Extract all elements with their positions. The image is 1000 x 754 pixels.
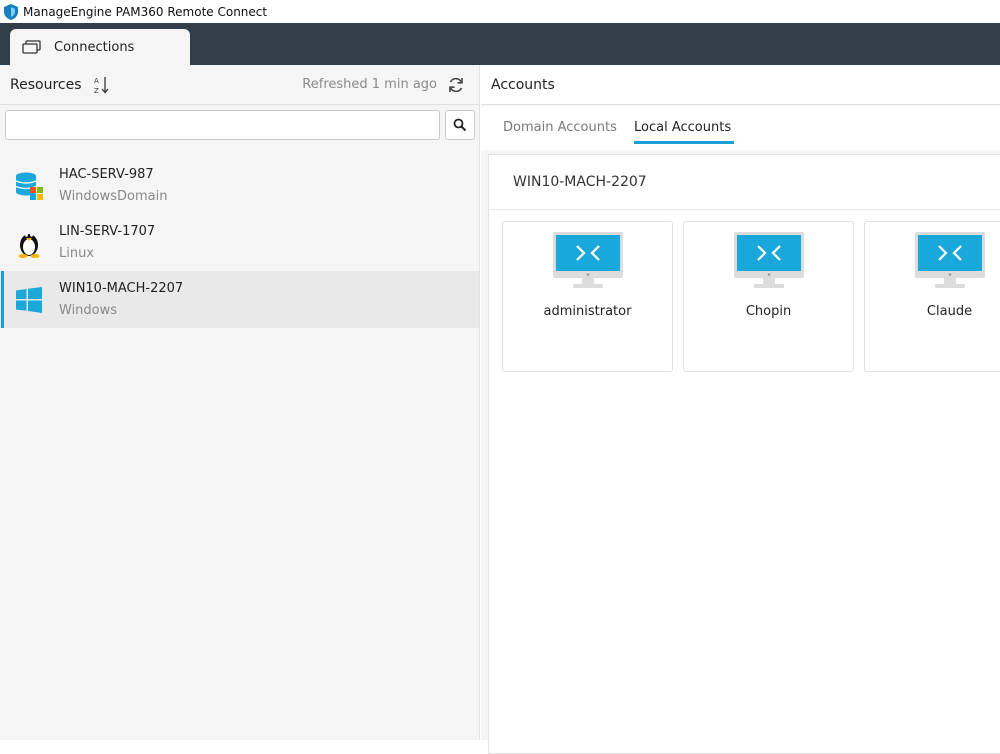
database-windows-icon [14,171,44,201]
resource-name: LIN-SERV-1707 [59,224,156,239]
window-title: ManageEngine PAM360 Remote Connect [23,4,268,19]
svg-text:Z: Z [94,87,99,94]
tab-strip: Connections [0,23,1000,65]
account-card[interactable]: Chopin [683,221,854,372]
resource-type: Windows [59,303,118,318]
remote-desktop-monitor-icon [552,232,623,288]
refreshed-status: Refreshed 1 min ago [302,77,437,92]
refresh-icon[interactable] [447,76,465,94]
resource-item[interactable]: LIN-SERV-1707 Linux [0,214,479,271]
accounts-pane: Accounts Domain Accounts Local Accounts … [481,65,1000,754]
search-button[interactable] [445,110,475,140]
selected-resource-title: WIN10-MACH-2207 [489,155,1000,210]
account-cards: administrator Chopin Claude [502,221,1000,372]
window-title-bar: ManageEngine PAM360 Remote Connect [0,0,1000,23]
account-card[interactable]: Claude [864,221,1000,372]
account-card[interactable]: administrator [502,221,673,372]
account-name: Chopin [745,304,792,319]
monitor-tab-icon [22,40,41,54]
pam360-shield-icon [4,3,18,20]
accounts-panel: WIN10-MACH-2207 administrator Chopin Cla… [488,154,1000,754]
linux-penguin-icon [14,228,44,258]
search-row [5,110,475,140]
resources-header: Resources A Z Refreshed 1 min ago [0,65,479,105]
accounts-header: Accounts [481,65,1000,105]
resource-name: WIN10-MACH-2207 [59,281,184,296]
tab-connections[interactable]: Connections [10,29,190,65]
svg-text:A: A [94,77,99,85]
tab-domain-accounts[interactable]: Domain Accounts [503,120,617,141]
remote-desktop-monitor-icon [733,232,804,288]
tab-label: Connections [54,39,135,55]
tab-local-accounts[interactable]: Local Accounts [634,120,735,144]
sort-az-icon[interactable]: A Z [94,76,110,94]
account-name: Claude [926,304,973,319]
resource-type: WindowsDomain [59,189,168,204]
accounts-title: Accounts [491,76,555,93]
account-name: administrator [543,304,632,319]
resource-name: HAC-SERV-987 [59,167,154,182]
search-icon [453,118,467,132]
resources-title: Resources [10,76,82,93]
resource-item[interactable]: HAC-SERV-987 WindowsDomain [0,157,479,214]
remote-desktop-monitor-icon [914,232,985,288]
resource-list: HAC-SERV-987 WindowsDomain LIN-SERV-1707… [0,157,479,328]
windows-logo-icon [14,285,44,315]
resource-type: Linux [59,246,95,261]
account-subtabs: Domain Accounts Local Accounts [481,106,1000,150]
resource-item[interactable]: WIN10-MACH-2207 Windows [0,271,479,328]
search-input[interactable] [5,110,440,140]
resources-pane: Resources A Z Refreshed 1 min ago HAC-SE… [0,65,480,740]
